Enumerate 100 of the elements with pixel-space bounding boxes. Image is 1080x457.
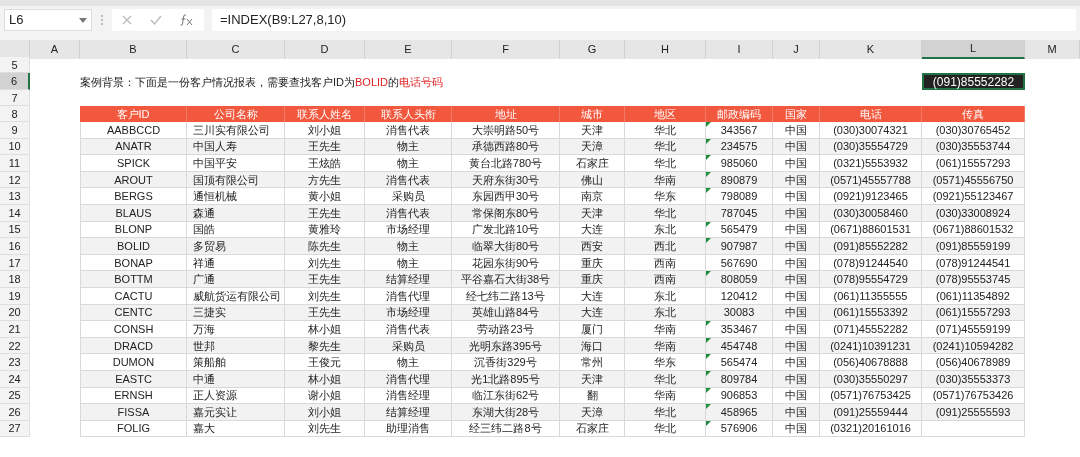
table-cell: EASTC	[115, 371, 152, 386]
row-header[interactable]: 23	[0, 354, 30, 371]
table-cell: 三捷实	[193, 305, 226, 320]
table-cell: 华东	[654, 189, 676, 204]
table-cell: 英雄山路84号	[471, 305, 540, 320]
column-header[interactable]: H	[625, 40, 706, 59]
table-cell: (061)15557293	[935, 156, 1011, 170]
table-cell: (030)33008924	[935, 205, 1011, 220]
function-icon[interactable]	[180, 14, 193, 26]
check-icon[interactable]	[150, 15, 162, 25]
table-cell: 佛山	[581, 172, 603, 187]
table-cell: 809784	[720, 371, 758, 386]
table-cell: (0671)88601531	[830, 222, 911, 237]
table-cell: 国顶有限公司	[193, 172, 259, 187]
table-cell: 343567	[720, 122, 758, 137]
table-cell: 临江东街62号	[471, 388, 540, 403]
table-cell: 市场经理	[386, 222, 430, 237]
column-header[interactable]: G	[560, 40, 625, 59]
table-cell: 中国人寿	[193, 139, 237, 154]
column-header[interactable]: D	[285, 40, 365, 59]
name-box[interactable]: L6	[4, 9, 92, 31]
table-cell: 787045	[720, 205, 758, 220]
table-cell: 华北	[654, 139, 676, 154]
table-cell: (0671)88601532	[932, 222, 1014, 237]
table-cell: 华南	[654, 338, 676, 353]
column-header[interactable]: A	[30, 40, 80, 59]
table-cell: 454748	[720, 338, 758, 353]
table-cell: 消售代理	[386, 288, 430, 303]
table-cell: 国皓	[193, 222, 215, 237]
row-header[interactable]: 7	[0, 90, 30, 106]
table-header-cell: 地区	[625, 106, 706, 122]
table-cell: 王炫皓	[308, 156, 341, 170]
column-header[interactable]: I	[706, 40, 773, 59]
cancel-icon[interactable]	[122, 15, 132, 25]
table-cell: 消售代理	[386, 371, 430, 386]
table-cell: 采购员	[391, 338, 425, 353]
table-cell: 重庆	[581, 272, 603, 287]
table-cell: 565479	[720, 222, 758, 237]
table-cell: 黄雅玲	[308, 222, 341, 237]
table-cell: 嘉元实让	[193, 404, 237, 419]
table-cell: 策船舶	[193, 355, 226, 370]
formula-bar[interactable]: =INDEX(B9:L27,8,10)	[212, 9, 1076, 31]
table-cell: 海口	[581, 338, 603, 353]
column-header[interactable]: J	[773, 40, 820, 59]
row-header[interactable]: 16	[0, 238, 30, 255]
table-cell: BERGS	[114, 189, 153, 204]
table-header-cell: 联系人姓名	[285, 106, 365, 122]
table-cell: 结算经理	[386, 404, 430, 419]
table-cell: 东北	[654, 305, 676, 320]
table-cell: 中通	[193, 371, 215, 386]
row-header[interactable]: 21	[0, 321, 30, 338]
table-cell: 王先生	[308, 272, 341, 287]
row-header[interactable]: 13	[0, 188, 30, 205]
table-cell: 光明东路395号	[468, 338, 543, 353]
row-header[interactable]: 26	[0, 404, 30, 421]
table-cell: (0241)10594282	[932, 338, 1014, 353]
column-header[interactable]: K	[820, 40, 922, 59]
table-cell: DRACD	[113, 338, 154, 353]
table-header-cell: 电话	[820, 106, 922, 122]
table-cell: 中国	[785, 321, 807, 336]
column-header[interactable]: B	[80, 40, 187, 59]
table-cell: 黄小姐	[308, 189, 341, 204]
table-cell: 中国	[785, 371, 807, 386]
table-cell: 物主	[397, 238, 419, 253]
table-cell: (091)85559199	[935, 238, 1011, 253]
row-header[interactable]: 9	[0, 122, 30, 139]
table-header-cell: 联系人头衔	[365, 106, 452, 122]
column-header[interactable]: F	[452, 40, 560, 59]
table-cell: 天漳	[581, 139, 603, 154]
table-cell: (030)30765452	[935, 122, 1011, 137]
table-cell: 刘先生	[308, 288, 341, 303]
column-header[interactable]: L	[922, 40, 1025, 59]
table-cell: BLAUS	[115, 205, 152, 220]
table-cell: 林小姐	[308, 321, 341, 336]
table-cell: 907987	[720, 238, 758, 253]
table-header-cell: 客户ID	[80, 106, 187, 122]
table-cell: 大连	[581, 222, 603, 237]
table-header-cell: 邮政编码	[706, 106, 773, 122]
row-header[interactable]: 11	[0, 155, 30, 172]
table-cell: (0321)20161016	[830, 421, 911, 436]
column-header[interactable]: M	[1025, 40, 1080, 59]
table-cell: (078)91244540	[833, 255, 908, 270]
result-cell[interactable]: (091)85552282	[922, 73, 1025, 90]
row-header[interactable]: 18	[0, 271, 30, 288]
table-cell: (071)45552282	[833, 321, 908, 336]
table-cell: 东湖大街28号	[471, 404, 540, 419]
table-cell: 中国	[785, 338, 807, 353]
table-cell: 经三纬二路8号	[469, 421, 542, 436]
table-cell: 565474	[720, 355, 758, 370]
table-cell: 天津	[581, 371, 603, 386]
table-cell: (056)40678888	[833, 355, 908, 370]
table-cell: 华北	[654, 421, 676, 436]
row-header[interactable]: 5	[0, 57, 30, 73]
column-header[interactable]: E	[365, 40, 452, 59]
row-header[interactable]: 8	[0, 106, 30, 122]
row-header[interactable]: 6	[0, 73, 30, 90]
table-cell: AROUT	[114, 172, 153, 187]
table-cell: (0571)45557788	[830, 172, 911, 187]
table-cell: 正人资源	[193, 388, 237, 403]
column-header[interactable]: C	[187, 40, 285, 59]
